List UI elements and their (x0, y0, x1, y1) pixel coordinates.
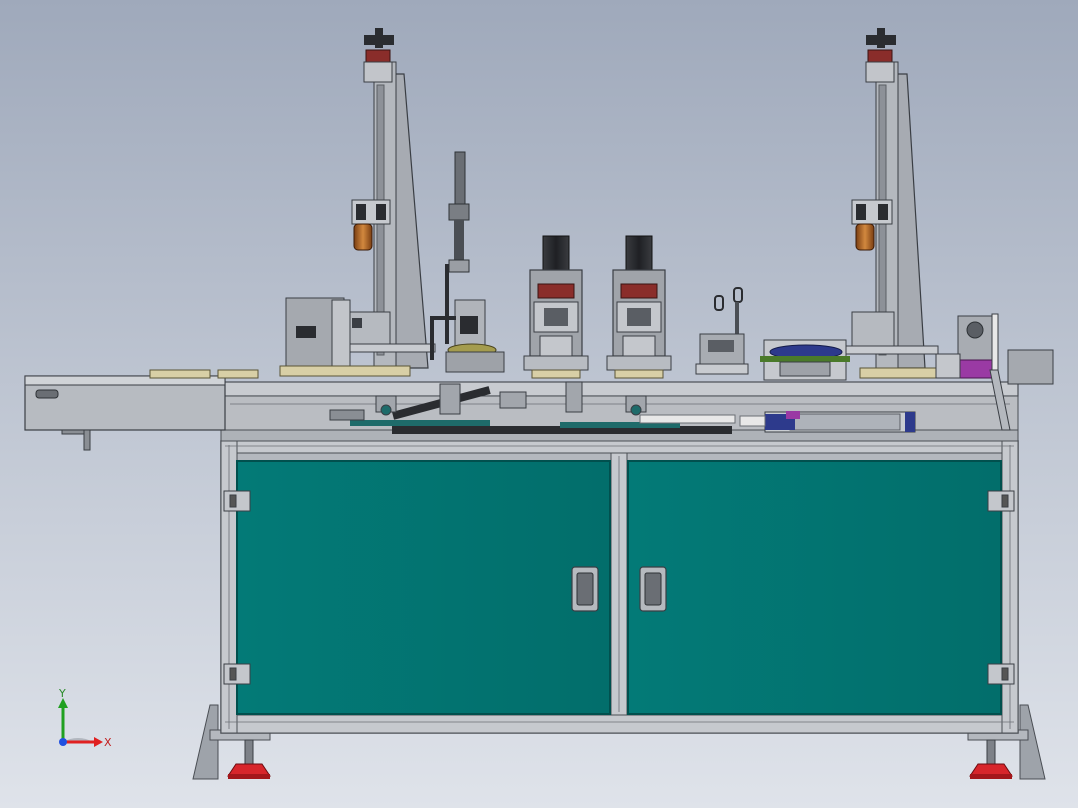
rotary-plate-station (760, 339, 850, 381)
cabinet-door-right[interactable] (627, 460, 1002, 715)
y-axis-label: Y (58, 687, 66, 700)
door-handle-right[interactable] (639, 566, 667, 612)
leveling-foot-right (969, 763, 1013, 779)
cabinet-door-left[interactable] (236, 460, 611, 715)
leveling-foot-left (227, 763, 271, 779)
door-handle-left[interactable] (571, 566, 599, 612)
pneumatic-cylinder (739, 411, 916, 433)
z-axis-dot (59, 738, 67, 746)
cad-drawing: Y X (0, 0, 1078, 808)
machine-svg: Y X (0, 0, 1078, 808)
x-axis-label: X (104, 736, 112, 749)
